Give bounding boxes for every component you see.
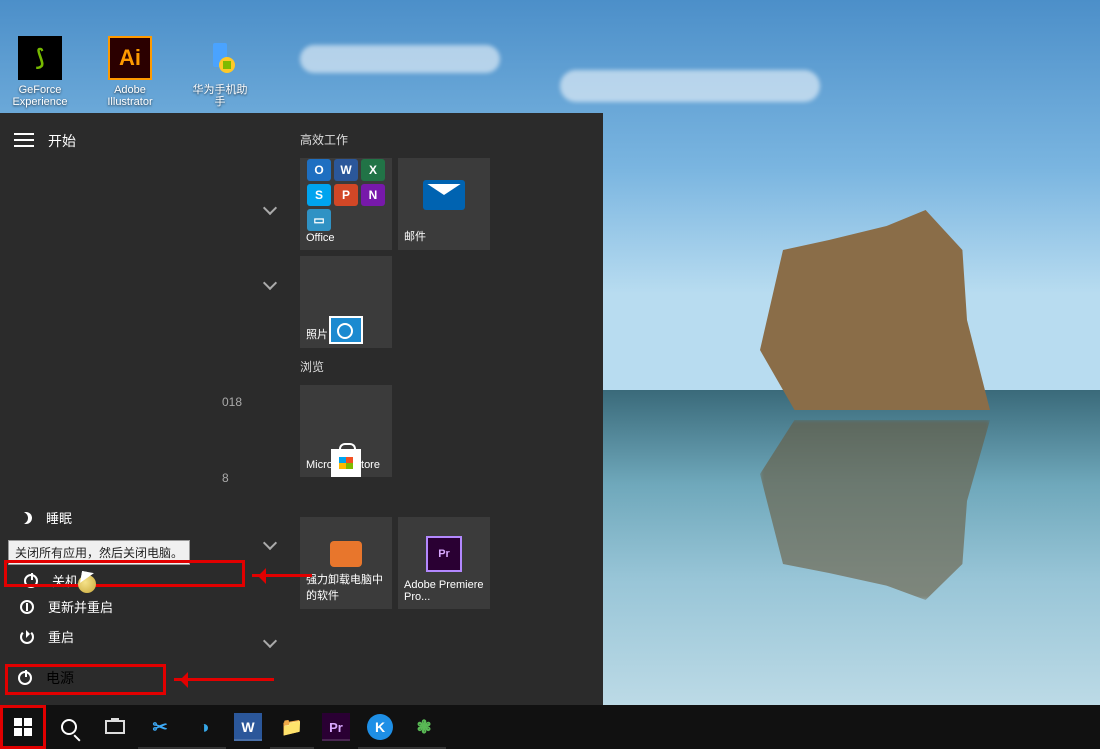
desktop-icon-huawei[interactable]: 华为手机助手: [190, 34, 250, 108]
tile-uninstaller[interactable]: 强力卸载电脑中的软件: [300, 517, 392, 609]
cloud-deco: [560, 70, 820, 102]
nvidia-icon: ⟆: [18, 36, 62, 80]
taskbar-search[interactable]: [46, 705, 92, 749]
desktop-icon-geforce[interactable]: ⟆ GeForce Experience: [10, 34, 70, 108]
expand-chevron[interactable]: [260, 631, 280, 651]
power-item-label: 更新并重启: [48, 597, 113, 616]
taskbar-app-explorer[interactable]: 📁: [270, 705, 314, 749]
start-button[interactable]: [0, 705, 46, 749]
power-item-label: 睡眠: [46, 508, 72, 527]
expand-chevron[interactable]: [260, 198, 280, 218]
taskbar: ✂ ◑ W 📁 Pr K ❃: [0, 705, 1100, 749]
taskbar-app-kugou[interactable]: K: [358, 705, 402, 749]
expand-chevron[interactable]: [260, 533, 280, 553]
moon-icon: [20, 512, 32, 524]
ai-icon: Ai: [108, 36, 152, 80]
tile-premiere[interactable]: Pr Adobe Premiere Pro...: [398, 517, 490, 609]
uninstaller-icon: [330, 541, 362, 567]
start-title: 开始: [48, 131, 76, 151]
mail-icon: [423, 180, 465, 210]
restart-icon: [20, 630, 34, 644]
annotation-arrow: [252, 574, 312, 577]
taskbar-app-wechat[interactable]: ❃: [402, 705, 446, 749]
premiere-icon: Pr: [426, 536, 462, 572]
list-text-fragment: 018: [222, 395, 242, 409]
cursor-highlight: [78, 575, 96, 593]
power-item-label: 重启: [48, 627, 74, 646]
tile-mail[interactable]: 邮件: [398, 158, 490, 250]
taskbar-app-edge[interactable]: ◑: [182, 705, 226, 749]
taskview-icon: [105, 720, 125, 734]
tile-label: 照片: [306, 326, 386, 342]
store-icon: [331, 449, 361, 477]
tile-group-title: 浏览: [300, 358, 600, 375]
windows-logo-icon: [14, 718, 32, 736]
expand-chevron[interactable]: [260, 273, 280, 293]
hamburger-icon[interactable]: [14, 133, 34, 147]
taskbar-app-premiere[interactable]: Pr: [322, 713, 350, 741]
desktop-icon-illustrator[interactable]: Ai Adobe Illustrator: [100, 34, 160, 108]
power-sleep[interactable]: 睡眠: [2, 500, 246, 535]
tile-office[interactable]: OWX SPN ▭ Office: [300, 158, 392, 250]
tile-label: 强力卸载电脑中的软件: [306, 571, 386, 603]
tile-label: Office: [306, 232, 386, 244]
tile-label: 邮件: [404, 228, 484, 244]
office-icon: OWX SPN ▭: [307, 159, 385, 231]
taskbar-app-snip[interactable]: ✂: [138, 705, 182, 749]
huawei-icon: [198, 36, 242, 80]
tile-label: Microsoft Store: [306, 459, 386, 471]
annotation-box-shutdown: [4, 560, 245, 587]
power-restart[interactable]: 重启: [2, 619, 246, 654]
search-icon: [61, 719, 77, 735]
taskbar-app-word[interactable]: W: [234, 713, 262, 741]
list-text-fragment: 8: [222, 471, 229, 485]
tile-photos[interactable]: 照片: [300, 256, 392, 348]
tile-group-title: 高效工作: [300, 131, 600, 148]
update-restart-icon: [20, 600, 34, 614]
cloud-deco: [300, 45, 500, 73]
tile-ms-store[interactable]: Microsoft Store: [300, 385, 392, 477]
annotation-box-power: [5, 664, 166, 695]
annotation-arrow: [174, 678, 274, 681]
taskbar-taskview[interactable]: [92, 705, 138, 749]
tile-label: Adobe Premiere Pro...: [404, 579, 484, 603]
photos-icon: [329, 316, 363, 344]
